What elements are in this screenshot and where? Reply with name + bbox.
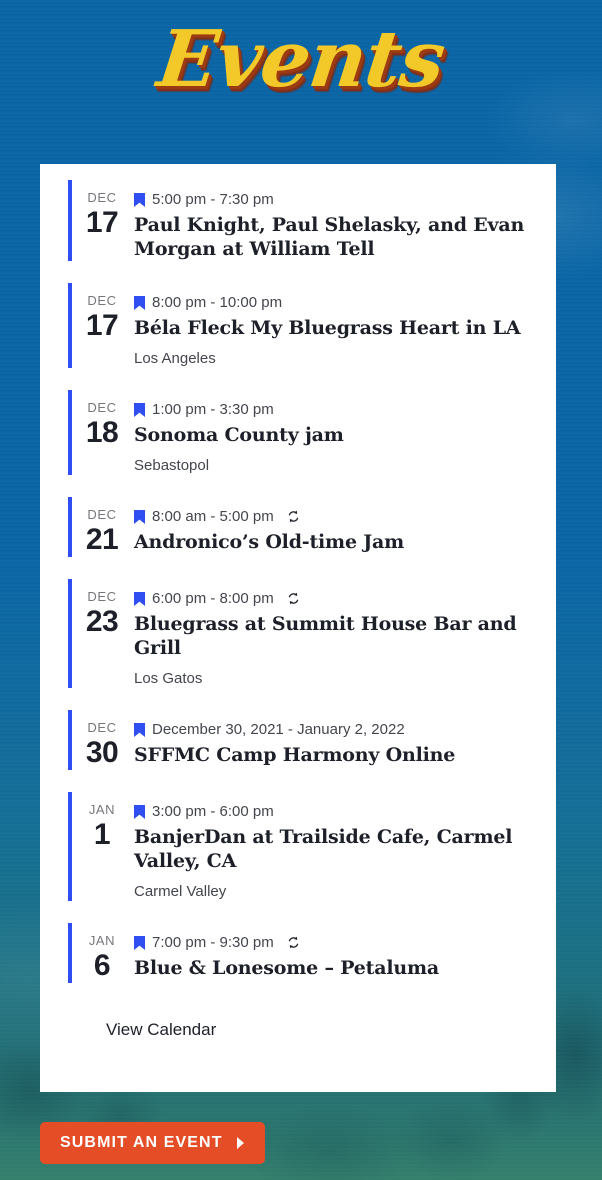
events-card: DEC 17 5:00 pm - 7:30 pm Paul Knight, Paul …: [40, 164, 556, 1092]
repeat-icon: [288, 592, 298, 605]
bookmark-icon: [134, 591, 145, 606]
event-title[interactable]: Sonoma County jam: [134, 423, 542, 447]
bookmark-icon: [134, 295, 145, 310]
event-time: 1:00 pm - 3:30 pm: [152, 401, 274, 418]
event-title[interactable]: SFFMC Camp Harmony Online: [134, 743, 542, 767]
event-body: 8:00 pm - 10:00 pm Béla Fleck My Bluegras…: [134, 283, 556, 368]
event-time: 3:00 pm - 6:00 pm: [152, 803, 274, 820]
bookmark-icon: [134, 722, 145, 737]
event-date: DEC 17: [72, 180, 134, 261]
event-month: DEC: [87, 400, 117, 415]
event-month: DEC: [87, 190, 117, 205]
page-title: Events: [152, 14, 450, 105]
event-time: 7:00 pm - 9:30 pm: [152, 934, 274, 951]
event-meta: 8:00 am - 5:00 pm: [134, 507, 542, 526]
submit-an-event-label: Submit an Event: [60, 1134, 223, 1151]
event-body: 6:00 pm - 8:00 pm Bluegrass at Summit Hou…: [134, 579, 556, 688]
event-date: DEC 21: [72, 497, 134, 557]
event-body: December 30, 2021 - January 2, 2022 SFFMC…: [134, 710, 556, 770]
event-row[interactable]: DEC 21 8:00 am - 5:00 pm Andronico’s Old-ti…: [40, 497, 556, 557]
event-date: DEC 17: [72, 283, 134, 368]
bookmark-icon: [134, 509, 145, 524]
event-month: JAN: [88, 933, 116, 948]
event-date: JAN 6: [72, 923, 134, 983]
event-meta: 8:00 pm - 10:00 pm: [134, 293, 542, 312]
event-date: DEC 18: [72, 390, 134, 475]
event-time: 8:00 am - 5:00 pm: [152, 508, 274, 525]
bookmark-icon: [134, 935, 145, 950]
event-body: 3:00 pm - 6:00 pm BanjerDan at Trailside …: [134, 792, 556, 901]
bookmark-icon: [134, 192, 145, 207]
event-date: DEC 23: [72, 579, 134, 688]
event-day: 17: [85, 206, 119, 239]
event-meta: 3:00 pm - 6:00 pm: [134, 802, 542, 821]
event-title[interactable]: Blue & Lonesome – Petaluma: [134, 956, 542, 980]
event-body: 5:00 pm - 7:30 pm Paul Knight, Paul Shela…: [134, 180, 556, 261]
repeat-icon: [288, 510, 298, 523]
event-venue: Los Gatos: [134, 670, 203, 687]
event-day: 1: [93, 818, 111, 851]
submit-an-event-button[interactable]: Submit an Event: [40, 1122, 265, 1164]
event-row[interactable]: DEC 23 6:00 pm - 8:00 pm Bluegrass at Summi…: [40, 579, 556, 688]
repeat-icon: [288, 936, 298, 949]
event-row[interactable]: DEC 18 1:00 pm - 3:30 pm Sonoma County jam S…: [40, 390, 556, 475]
event-time: 8:00 pm - 10:00 pm: [152, 294, 283, 311]
event-meta: 5:00 pm - 7:30 pm: [134, 190, 542, 209]
event-row[interactable]: DEC 17 5:00 pm - 7:30 pm Paul Knight, Paul …: [40, 180, 556, 261]
event-title[interactable]: BanjerDan at Trailside Cafe, Carmel Vall…: [134, 825, 542, 873]
event-month: DEC: [87, 507, 117, 522]
event-month: DEC: [87, 720, 117, 735]
event-meta: 7:00 pm - 9:30 pm: [134, 933, 542, 952]
event-row[interactable]: JAN 6 7:00 pm - 9:30 pm Blue & Lonesome – P…: [40, 923, 556, 983]
event-day: 17: [85, 309, 119, 342]
event-time: December 30, 2021 - January 2, 2022: [152, 721, 405, 738]
arrow-right-icon: [236, 1137, 244, 1149]
event-row[interactable]: JAN 1 3:00 pm - 6:00 pm BanjerDan at Trails…: [40, 792, 556, 901]
bookmark-icon: [134, 804, 145, 819]
events-page: Events DEC 17 5:00 pm - 7:30 pm Paul Knight…: [0, 0, 602, 1180]
event-time: 6:00 pm - 8:00 pm: [152, 590, 274, 607]
event-day: 30: [85, 736, 119, 769]
event-day: 21: [85, 523, 119, 556]
events-list: DEC 17 5:00 pm - 7:30 pm Paul Knight, Paul …: [40, 164, 556, 983]
event-row[interactable]: DEC 30 December 30, 2021 - January 2, 2022…: [40, 710, 556, 770]
view-calendar-link[interactable]: View Calendar: [106, 1019, 216, 1041]
event-month: DEC: [87, 293, 117, 308]
event-body: 8:00 am - 5:00 pm Andronico’s Old-time Ja…: [134, 497, 556, 557]
event-meta: 6:00 pm - 8:00 pm: [134, 589, 542, 608]
event-title[interactable]: Béla Fleck My Bluegrass Heart in LA: [134, 316, 542, 340]
event-meta: 1:00 pm - 3:30 pm: [134, 400, 542, 419]
event-date: DEC 30: [72, 710, 134, 770]
event-day: 18: [85, 416, 119, 449]
event-day: 6: [93, 949, 111, 982]
event-venue: Sebastopol: [134, 457, 210, 474]
event-title[interactable]: Andronico’s Old-time Jam: [134, 530, 542, 554]
event-row[interactable]: DEC 17 8:00 pm - 10:00 pm Béla Fleck My Blu…: [40, 283, 556, 368]
event-title[interactable]: Bluegrass at Summit House Bar and Grill: [134, 612, 542, 660]
event-venue: Los Angeles: [134, 350, 216, 367]
event-time: 5:00 pm - 7:30 pm: [152, 191, 274, 208]
event-body: 1:00 pm - 3:30 pm Sonoma County jam Sebast…: [134, 390, 556, 475]
event-date: JAN 1: [72, 792, 134, 901]
event-body: 7:00 pm - 9:30 pm Blue & Lonesome – Petal…: [134, 923, 556, 983]
event-day: 23: [85, 605, 119, 638]
event-venue: Carmel Valley: [134, 883, 227, 900]
bookmark-icon: [134, 402, 145, 417]
event-month: DEC: [87, 589, 117, 604]
event-month: JAN: [88, 802, 116, 817]
event-title[interactable]: Paul Knight, Paul Shelasky, and Evan Mor…: [134, 213, 542, 261]
event-meta: December 30, 2021 - January 2, 2022: [134, 720, 542, 739]
